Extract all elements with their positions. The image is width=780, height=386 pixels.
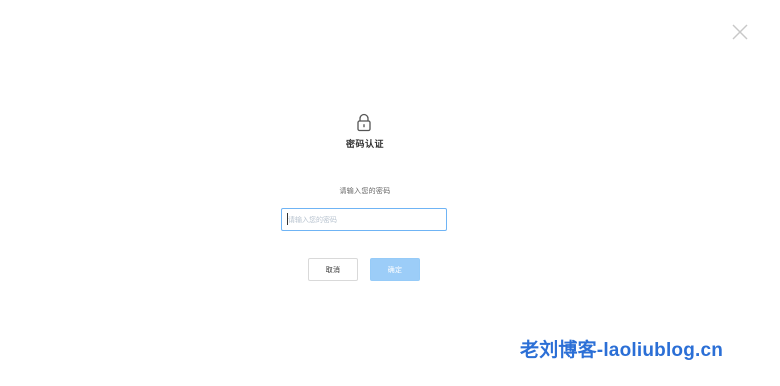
close-icon: [732, 24, 748, 40]
close-button[interactable]: [730, 22, 750, 42]
watermark-text: 老刘博客-laoliublog.cn: [520, 340, 724, 361]
password-prompt: 请输入您的密码: [339, 187, 391, 195]
confirm-button[interactable]: 确定: [370, 258, 420, 281]
text-caret: [287, 213, 288, 225]
password-auth-dialog: 密码认证 请输入您的密码 取消 确定: [0, 0, 780, 386]
cancel-button[interactable]: 取消: [308, 258, 358, 281]
password-input[interactable]: [281, 208, 447, 231]
dialog-title: 密码认证: [345, 140, 384, 150]
lock-icon: [356, 113, 372, 132]
